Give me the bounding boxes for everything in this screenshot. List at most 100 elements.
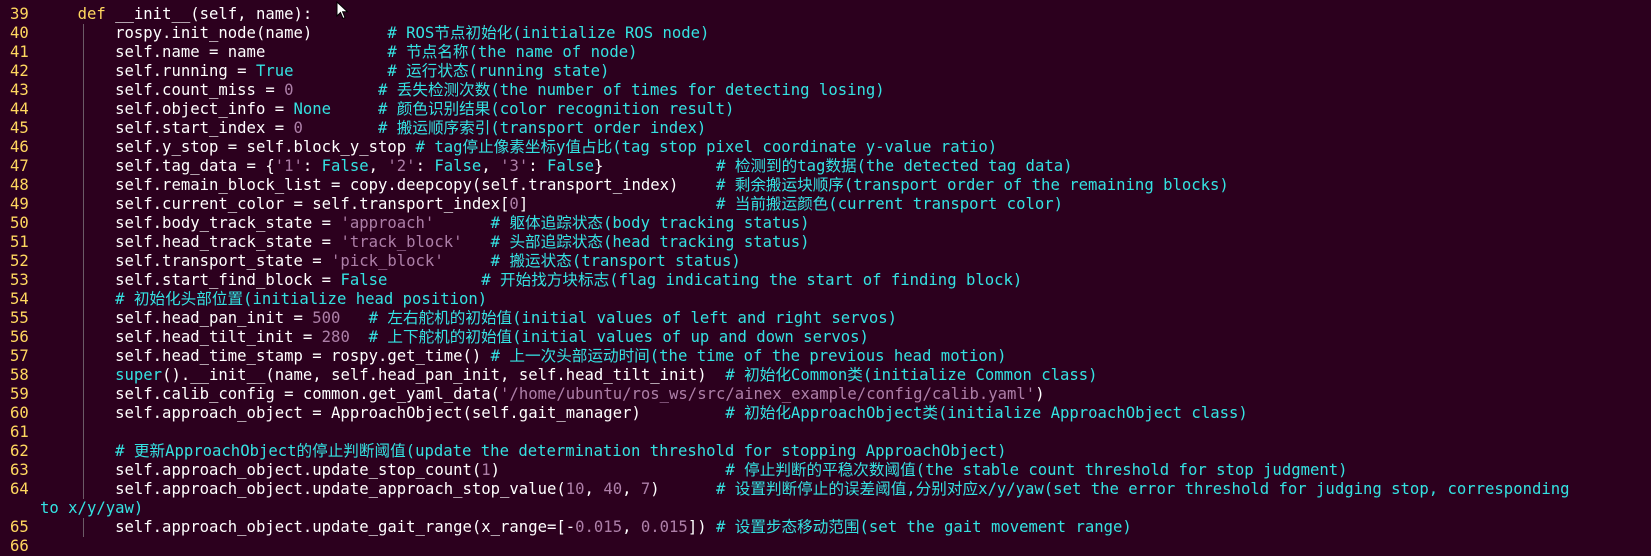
token-cmt: # 更新ApproachObject的停止判断阈值(update the det… [115,442,1007,460]
code-line: 55 self.head_pan_init = 500 # 左右舵机的初始值(i… [0,309,1651,328]
token-norm: self.current_color = self.transport_inde… [77,195,510,213]
token-str: '/home/ubuntu/ros_ws/src/ainex_example/c… [500,385,1036,403]
token-norm: self.start_index = [77,119,294,137]
indent-guide [83,423,84,442]
token-num: 0 [284,81,294,99]
token-norm: self.head_time_stamp = rospy.get_time() [77,347,491,365]
token-str: 'approach' [340,214,435,232]
code-text: self.tag_data = {'1': False, '2': False,… [40,157,1072,176]
line-number: 59 [10,385,29,403]
token-num: 0.015 [640,518,688,536]
code-line: 56 self.head_tilt_init = 280 # 上下舵机的初始值(… [0,328,1651,347]
token-cmt: # 初始化Common类(initialize Common class) [725,366,1098,384]
token-cmt: # 搬运状态(transport status) [490,252,741,270]
token-def: def [77,5,106,23]
line-number: 62 [10,442,29,460]
code-line: 52 self.transport_state = 'pick_block' #… [0,252,1651,271]
code-line: 59 self.calib_config = common.get_yaml_d… [0,385,1651,404]
token-norm: self.approach_object.update_stop_count( [77,461,482,479]
token-bool: False [434,157,482,175]
indent-guide [83,157,84,176]
token-bool: False [340,271,388,289]
indent-guide [83,366,84,385]
code-line: 49 self.current_color = self.transport_i… [0,195,1651,214]
code-line: 58 super().__init__(name, self.head_pan_… [0,366,1651,385]
token-num: 0.015 [575,518,623,536]
code-text: self.y_stop = self.block_y_stop # tag停止像… [40,138,997,157]
code-line: 41 self.name = name # 节点名称(the name of n… [0,43,1651,62]
line-number: 54 [10,290,29,308]
indent-guide [83,385,84,404]
code-text: self.head_time_stamp = rospy.get_time() … [40,347,1007,366]
token-norm: self.transport_state = [77,252,332,270]
line-number: 56 [10,328,29,346]
token-norm: self.calib_config = common.get_yaml_data… [77,385,501,403]
code-line: 39 def __init__(self, name): [0,5,1651,24]
code-line: 48 self.remain_block_list = copy.deepcop… [0,176,1651,195]
indent-guide [83,290,84,309]
token-num: 0 [293,119,303,137]
token-norm [340,309,368,327]
token-bool: None [293,100,332,118]
indent-guide [83,461,84,480]
indent-guide [83,100,84,119]
token-cmt: # 运行状态(running state) [387,62,610,80]
token-cmt: # 开始找方块标志(flag indicating the start of f… [481,271,1023,289]
token-num: 7 [640,480,651,498]
indent-guide [83,347,84,366]
code-text: self.count_miss = 0 # 丢失检测次数(the number … [40,81,885,100]
token-norm: self.head_pan_init = [77,309,313,327]
token-str: '2' [387,157,416,175]
indent-guide [83,43,84,62]
token-norm: : [302,157,322,175]
token-num: 1 [481,461,491,479]
token-cmt: # 颜色识别结果(color recognition result) [378,100,735,118]
code-text: self.body_track_state = 'approach' # 躯体追… [40,214,809,233]
token-norm: self.start_find_block = [77,271,341,289]
token-cmt: # ROS节点初始化(initialize ROS node) [387,24,710,42]
line-number: 55 [10,309,29,327]
indent-guide [83,309,84,328]
line-number: 46 [10,138,29,156]
code-line: 42 self.running = True # 运行状态(running st… [0,62,1651,81]
code-editor[interactable]: 39 def __init__(self, name): 40 rospy.ini… [0,5,1651,556]
token-bool: super [115,366,163,384]
token-norm [331,100,378,118]
code-line: 60 self.approach_object = ApproachObject… [0,404,1651,423]
code-text: rospy.init_node(name) # ROS节点初始化(initial… [40,24,709,43]
indent-guide [83,404,84,423]
token-norm: self.approach_object.update_gait_range(x… [77,518,576,536]
token-norm: : [415,157,435,175]
token-cmt: # 搬运顺序索引(transport order index) [378,119,707,137]
code-text: self.approach_object.update_approach_sto… [40,480,1570,499]
code-text: self.running = True # 运行状态(running state… [40,62,609,81]
token-num: 280 [321,328,350,346]
token-cmt: # 设置判断停止的误差阈值,分别对应x/y/yaw(set the error … [716,480,1570,498]
code-line: 63 self.approach_object.update_stop_coun… [0,461,1651,480]
token-num: 0 [509,195,519,213]
token-str: 'pick_block' [331,252,444,270]
line-number: 51 [10,233,29,251]
token-cmt: # 上下舵机的初始值(initial values of up and down… [368,328,869,346]
code-text: self.remain_block_list = copy.deepcopy(s… [40,176,1229,195]
token-norm [387,271,481,289]
code-text: self.name = name # 节点名称(the name of node… [40,43,637,62]
code-text: self.head_tilt_init = 280 # 上下舵机的初始值(ini… [40,328,869,347]
indent-guide [83,233,84,252]
indent-guide [83,214,84,233]
code-text: self.head_track_state = 'track_block' # … [40,233,809,252]
token-cmt: # 初始化ApproachObject类(initialize Approach… [725,404,1248,422]
token-norm: self.body_track_state = [77,214,341,232]
token-norm: ) [650,480,716,498]
token-norm: __init__(self, name): [105,5,313,23]
token-bool: True [255,62,294,80]
token-norm: ]) [687,518,716,536]
token-str: 'track_block' [340,233,463,251]
code-line: 62 # 更新ApproachObject的停止判断阈值(update the … [0,442,1651,461]
line-number: 45 [10,119,29,137]
token-cmt: # 上一次头部运动时间(the time of the previous hea… [490,347,1007,365]
code-text: self.object_info = None # 颜色识别结果(color r… [40,100,734,119]
line-number: 52 [10,252,29,270]
token-cmt: # 初始化头部位置(initialize head position) [115,290,488,308]
